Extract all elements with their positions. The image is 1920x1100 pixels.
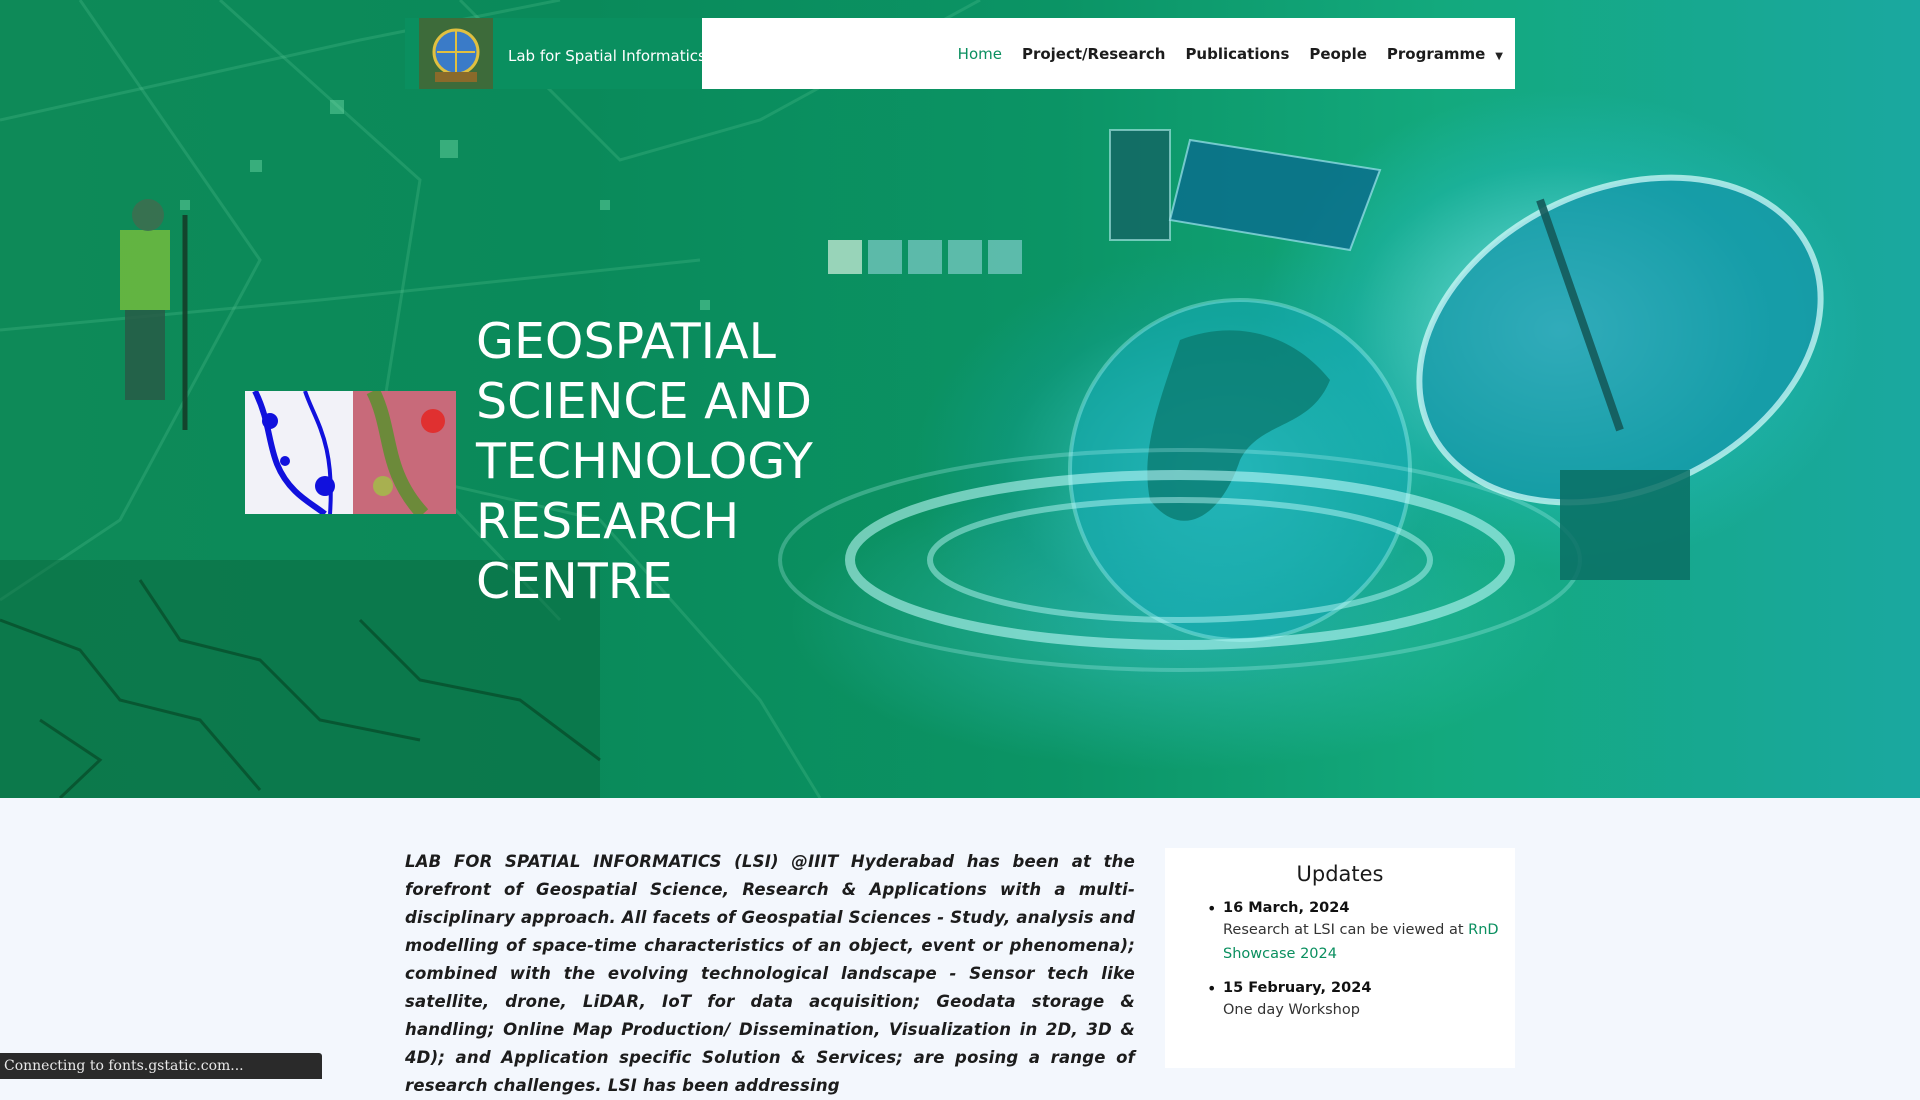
nav-programme[interactable]: Programme ▼ xyxy=(1387,45,1503,63)
slide-indicator[interactable] xyxy=(868,240,902,274)
site-header: Lab for Spatial Informatics Home Project… xyxy=(405,18,1515,89)
updates-panel: Updates 16 March, 2024 Research at LSI c… xyxy=(1165,848,1515,1068)
main-nav: Home Project/Research Publications Peopl… xyxy=(938,18,1503,89)
nav-people[interactable]: People xyxy=(1309,45,1367,63)
update-item: 16 March, 2024 Research at LSI can be vi… xyxy=(1207,899,1515,966)
slide-indicator[interactable] xyxy=(948,240,982,274)
slide-indicator[interactable] xyxy=(828,240,862,274)
update-date: 16 March, 2024 xyxy=(1223,900,1350,916)
update-text: Research at LSI can be viewed at RnD Sho… xyxy=(1223,918,1515,966)
slider-indicators xyxy=(828,240,1028,274)
update-item: 15 February, 2024 One day Workshop xyxy=(1207,979,1515,1022)
nav-project-research[interactable]: Project/Research xyxy=(1022,45,1165,63)
caret-down-icon: ▼ xyxy=(1495,50,1503,62)
hero-banner: GEOSPATIAL SCIENCE AND TECHNOLOGY RESEAR… xyxy=(0,0,1920,798)
hero-title-line: RESEARCH xyxy=(476,493,740,550)
brand-name: Lab for Spatial Informatics xyxy=(508,46,706,65)
hero-title-line: SCIENCE AND xyxy=(476,373,813,430)
lsi-logo xyxy=(419,18,493,89)
updates-list: 16 March, 2024 Research at LSI can be vi… xyxy=(1165,899,1515,1022)
hero-title-line: GEOSPATIAL xyxy=(476,313,776,370)
slide-indicator[interactable] xyxy=(908,240,942,274)
hero-title-line: TECHNOLOGY xyxy=(476,433,813,490)
slide-indicator[interactable] xyxy=(988,240,1022,274)
update-text-body: Research at LSI can be viewed at xyxy=(1223,922,1469,938)
update-date: 15 February, 2024 xyxy=(1223,980,1372,996)
hero-title-line: CENTRE xyxy=(476,553,673,610)
water-map-image xyxy=(245,389,353,517)
nav-programme-label: Programme xyxy=(1386,44,1486,63)
hero-title: GEOSPATIAL SCIENCE AND TECHNOLOGY RESEAR… xyxy=(476,312,876,612)
satellite-imagery-image xyxy=(353,387,456,519)
nav-home[interactable]: Home xyxy=(958,45,1002,63)
update-text: One day Workshop xyxy=(1223,1002,1360,1018)
updates-title: Updates xyxy=(1296,862,1384,886)
nav-publications[interactable]: Publications xyxy=(1185,45,1289,63)
brand-home-link[interactable]: Lab for Spatial Informatics xyxy=(405,18,706,89)
browser-status-bar: Connecting to fonts.gstatic.com... xyxy=(0,1053,322,1079)
intro-paragraph: LAB FOR SPATIAL INFORMATICS (LSI) @IIIT … xyxy=(405,852,1135,1095)
